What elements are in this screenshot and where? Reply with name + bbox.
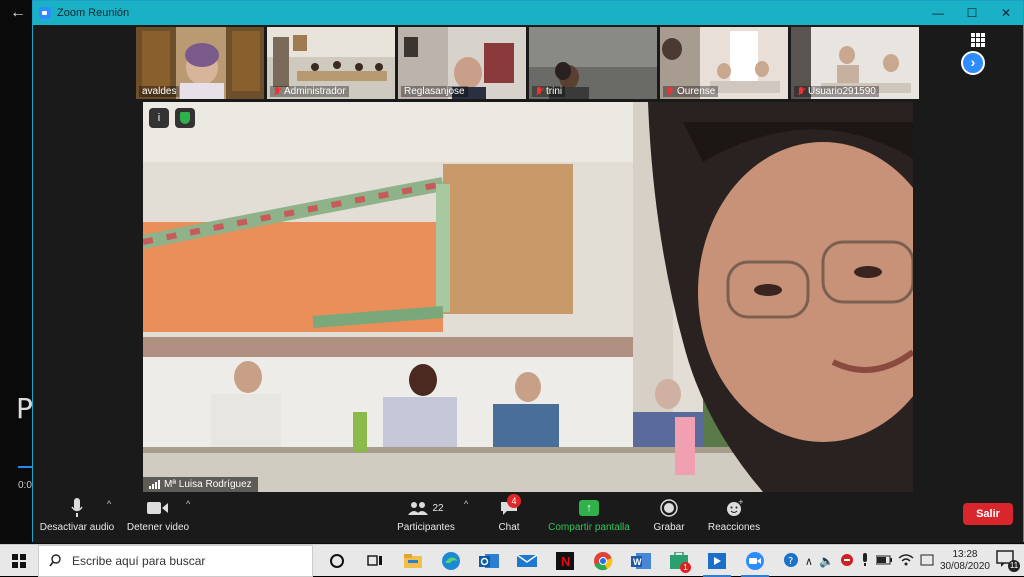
notification-count: 11 xyxy=(1008,560,1020,572)
participant-thumbnail[interactable]: Ourense xyxy=(660,27,788,99)
zoom-window: Zoom Reunión — ☐ ✕ avaldes Administrador… xyxy=(32,0,1024,543)
speaker-name-label: Mª Luisa Rodríguez xyxy=(143,477,258,492)
battery-icon[interactable] xyxy=(875,555,892,568)
background-time: 0:0 xyxy=(18,480,32,491)
participant-thumbnail[interactable]: trini xyxy=(529,27,657,99)
store-app-icon[interactable]: 1 xyxy=(661,545,697,577)
mic-muted-icon xyxy=(797,86,805,97)
mic-muted-icon xyxy=(535,86,543,97)
language-icon[interactable] xyxy=(920,553,934,570)
media-player-icon[interactable] xyxy=(699,545,735,577)
minimize-button[interactable]: — xyxy=(921,6,955,20)
wifi-icon[interactable] xyxy=(898,553,914,569)
thumbnail-name: avaldes xyxy=(139,86,180,97)
stop-video-button[interactable]: Detener video xyxy=(123,497,193,533)
participant-thumbnail[interactable]: avaldes xyxy=(136,27,264,99)
taskbar-search-box[interactable]: Escribe aquí para buscar xyxy=(38,544,313,577)
windows-taskbar: Escribe aquí para buscar N W 1 ? ∧ 🔈 13:… xyxy=(0,544,1024,577)
show-hidden-icons-icon[interactable]: ∧ xyxy=(805,555,813,568)
encryption-shield-icon[interactable] xyxy=(175,108,195,128)
chrome-icon[interactable] xyxy=(585,545,621,577)
thumbnail-strip: avaldes Administrador Reglasanjose trini… xyxy=(136,27,919,99)
video-options-caret-icon[interactable]: ^ xyxy=(186,499,190,509)
search-icon xyxy=(49,554,61,567)
share-screen-button[interactable]: ↑ Compartir pantalla xyxy=(546,497,632,533)
chat-button[interactable]: 4 Chat xyxy=(493,494,525,533)
edge-browser-icon[interactable] xyxy=(433,545,469,577)
maximize-button[interactable]: ☐ xyxy=(955,6,989,20)
thumbnail-name: Reglasanjose xyxy=(401,86,468,97)
word-icon[interactable]: W xyxy=(623,545,659,577)
gallery-view-icon[interactable] xyxy=(971,33,985,47)
zoom-app-icon[interactable] xyxy=(737,545,773,577)
smiley-icon: + xyxy=(727,499,743,516)
back-arrow-icon[interactable]: ← xyxy=(10,4,26,22)
background-text: P xyxy=(16,392,33,425)
participants-button[interactable]: 22 Participantes xyxy=(393,497,459,533)
thumbnail-name: Administrador xyxy=(270,86,349,97)
start-button[interactable] xyxy=(0,545,38,577)
thumbnail-name: Ourense xyxy=(663,86,719,97)
share-arrow-icon: ↑ xyxy=(579,500,599,516)
taskbar-clock[interactable]: 13:28 30/08/2020 xyxy=(940,549,990,573)
windows-logo-icon xyxy=(12,553,26,568)
speaker-video-frame-icon xyxy=(143,102,913,492)
security-icon[interactable] xyxy=(840,553,854,570)
svg-text:N: N xyxy=(561,554,570,569)
taskbar-apps: N W 1 xyxy=(319,545,773,577)
title-bar: Zoom Reunión — ☐ ✕ xyxy=(33,1,1023,25)
video-camera-icon xyxy=(147,502,168,514)
close-button[interactable]: ✕ xyxy=(989,6,1023,20)
chat-unread-badge: 4 xyxy=(507,494,521,508)
notifications-button[interactable]: 11 xyxy=(996,550,1020,572)
audio-options-caret-icon[interactable]: ^ xyxy=(107,499,111,509)
participant-thumbnail[interactable]: Administrador xyxy=(267,27,395,99)
help-icon[interactable]: ? xyxy=(783,552,799,571)
clock-date: 30/08/2020 xyxy=(939,561,990,572)
thumbnail-name: trini xyxy=(532,86,566,97)
mute-audio-button[interactable]: Desactivar audio xyxy=(39,497,115,533)
outlook-icon[interactable] xyxy=(471,545,507,577)
meeting-toolbar: Desactivar audio ^ Detener video ^ 22 Pa… xyxy=(33,493,1023,543)
window-title: Zoom Reunión xyxy=(57,7,130,19)
svg-text:+: + xyxy=(738,499,743,506)
participants-count: 22 xyxy=(432,502,444,514)
speaker-name: Mª Luisa Rodríguez xyxy=(164,479,252,490)
svg-text:?: ? xyxy=(788,556,793,567)
mail-icon[interactable] xyxy=(509,545,545,577)
volume-icon[interactable]: 🔈 xyxy=(819,554,834,568)
signal-strength-icon xyxy=(149,480,160,489)
file-explorer-icon[interactable] xyxy=(395,545,431,577)
cortana-icon[interactable] xyxy=(319,545,355,577)
thumbnail-name: Usuario291590 xyxy=(794,86,879,97)
leave-meeting-button[interactable]: Salir xyxy=(963,503,1013,525)
participant-thumbnail[interactable]: Usuario291590 xyxy=(791,27,919,99)
meeting-info-icon[interactable]: i xyxy=(149,108,169,128)
system-tray: ? ∧ 🔈 13:28 30/08/2020 11 xyxy=(783,545,1024,577)
task-view-icon[interactable] xyxy=(357,545,393,577)
clock-time: 13:28 xyxy=(952,549,978,560)
netflix-icon[interactable]: N xyxy=(547,545,583,577)
participants-options-caret-icon[interactable]: ^ xyxy=(464,499,468,509)
participant-thumbnail[interactable]: Reglasanjose xyxy=(398,27,526,99)
svg-text:W: W xyxy=(633,557,642,567)
next-page-button[interactable]: › xyxy=(961,51,985,75)
search-placeholder: Escribe aquí para buscar xyxy=(72,553,206,568)
main-video: i Mª Luisa Rodríguez xyxy=(143,102,913,492)
mic-muted-icon xyxy=(666,86,674,97)
record-icon xyxy=(660,499,678,517)
microphone-icon xyxy=(71,498,83,517)
zoom-logo-icon xyxy=(39,7,51,19)
app-notification-badge: 1 xyxy=(680,561,691,573)
record-button[interactable]: Grabar xyxy=(649,497,689,533)
participants-icon xyxy=(408,502,429,515)
background-progress xyxy=(18,466,32,468)
mic-muted-icon xyxy=(273,86,281,97)
reactions-button[interactable]: + Reacciones xyxy=(707,497,761,533)
microphone-tray-icon[interactable] xyxy=(860,552,870,570)
